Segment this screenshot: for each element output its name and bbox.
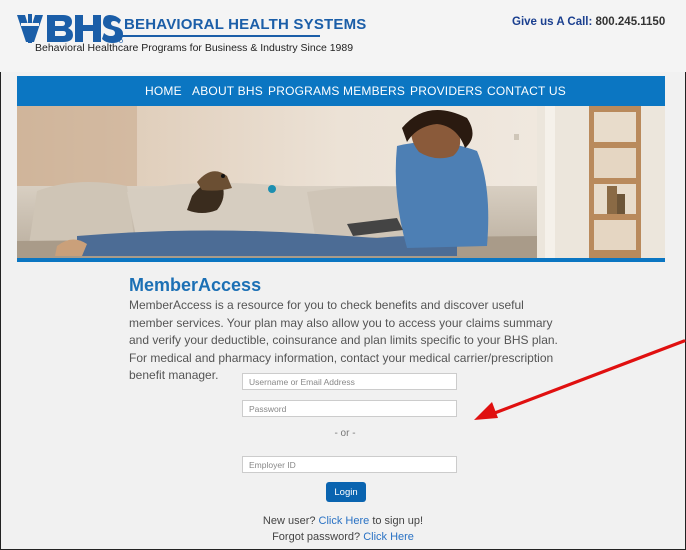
tagline: Behavioral Healthcare Programs for Busin… [35, 42, 354, 54]
nav-about-bhs[interactable]: ABOUT BHS [192, 84, 263, 98]
forgot-password-link[interactable]: Click Here [363, 531, 414, 543]
new-user-suffix: to sign up! [372, 515, 424, 527]
nav-programs[interactable]: PROGRAMS [268, 84, 340, 98]
new-user-prefix: New user? [262, 515, 316, 527]
login-button[interactable]: Login [326, 482, 366, 502]
username-input[interactable] [242, 373, 457, 390]
red-arrow-icon [474, 339, 686, 420]
brand-name: BEHAVIORAL HEALTH SYSTEMS [124, 16, 367, 33]
call-label: Give us A Call: [512, 16, 593, 28]
new-user-line: New user? Click Here to sign up! [0, 515, 686, 527]
password-input[interactable] [242, 400, 457, 417]
hero-image [17, 106, 665, 258]
page-title: MemberAccess [129, 275, 262, 295]
hero-accent-bar [17, 258, 665, 262]
brand-underline [122, 35, 320, 37]
forgot-password-line: Forgot password? Click Here [0, 531, 686, 543]
call-info: Give us A Call: 800.245.1150 [512, 16, 665, 28]
forgot-prefix: Forgot password? [272, 531, 361, 543]
site-header: BEHAVIORAL HEALTH SYSTEMS Behavioral Hea… [0, 0, 686, 72]
employer-id-input[interactable] [242, 456, 457, 473]
main-nav: HOME ABOUT BHS PROGRAMS MEMBERS PROVIDER… [17, 76, 665, 106]
or-divider: - or - [334, 428, 356, 439]
nav-home[interactable]: HOME [145, 84, 182, 98]
nav-members[interactable]: MEMBERS [343, 84, 405, 98]
call-number[interactable]: 800.245.1150 [596, 16, 666, 28]
nav-providers[interactable]: PROVIDERS [410, 84, 482, 98]
bhs-logo[interactable] [17, 14, 123, 44]
signup-link[interactable]: Click Here [319, 515, 370, 527]
nav-contact-us[interactable]: CONTACT US [487, 84, 566, 98]
